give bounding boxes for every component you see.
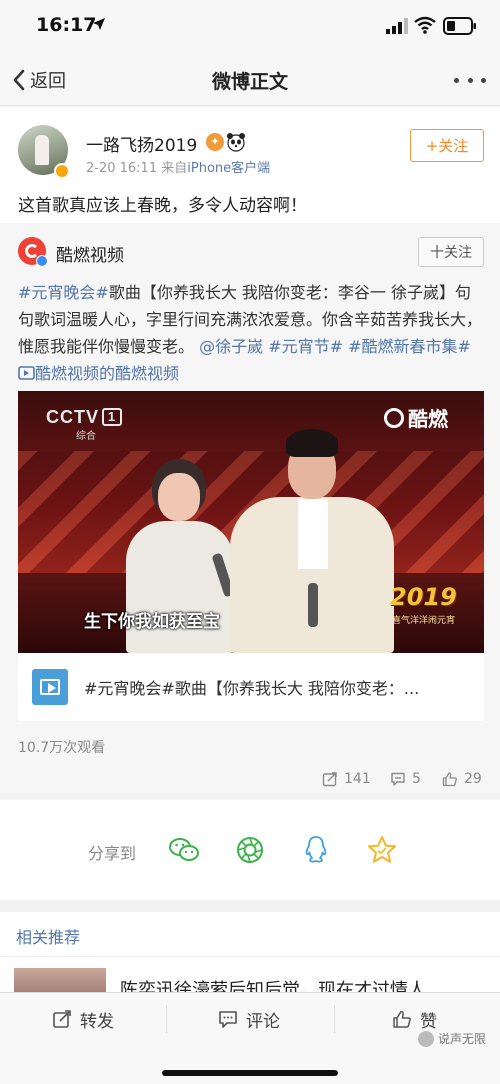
topic-link[interactable]: #元宵晚会#: [18, 283, 109, 302]
share-label: 分享到: [88, 844, 137, 863]
divider: [0, 956, 500, 957]
verified-badge-icon: [54, 163, 70, 179]
status-bar: 16:17: [0, 0, 500, 54]
panda-badge-icon: [227, 133, 245, 152]
event-logo: 2019: [390, 583, 457, 611]
video-card-link[interactable]: #元宵晚会#歌曲【你养我长大 我陪你变老：...: [18, 653, 484, 721]
view-count: 10.7万次观看: [18, 740, 106, 756]
repost-label: 转发: [80, 1011, 114, 1032]
qq-icon[interactable]: [300, 834, 332, 866]
more-dot-icon: [481, 77, 486, 83]
cctv-sublabel: 综合: [76, 431, 96, 442]
like-button[interactable]: 赞: [392, 1007, 437, 1032]
woman-face: [158, 473, 200, 521]
video-link[interactable]: 酷燃视频的酷燃视频: [18, 364, 179, 383]
microphone-icon: [308, 583, 318, 627]
comment-label: 评论: [246, 1011, 280, 1032]
man-hair: [286, 429, 338, 457]
share-bar: 分享到: [0, 800, 500, 900]
like-label: 赞: [420, 1011, 437, 1032]
moments-icon[interactable]: [234, 834, 266, 866]
repost-follow-button[interactable]: 十关注: [418, 237, 484, 267]
repost-author[interactable]: 酷燃视频: [56, 241, 124, 266]
video-link-label: 酷燃视频的酷燃视频: [35, 364, 180, 383]
video-subtitle: 生下你我如获至宝: [84, 612, 220, 632]
star-favorite-icon[interactable]: [366, 834, 398, 866]
cctv-number: 1: [102, 408, 122, 426]
post-username[interactable]: 一路飞扬2019: [86, 131, 197, 156]
kuran-watermark-label: 酷燃: [408, 407, 448, 431]
topic-link[interactable]: #元宵节#: [268, 337, 343, 356]
follow-button[interactable]: +关注: [410, 129, 484, 162]
comment-count: 5: [412, 771, 421, 787]
nav-bar: 返回 微博正文: [0, 54, 500, 106]
post-source-prefix: 来自: [161, 161, 188, 176]
status-time: 16:17: [36, 14, 97, 36]
wechat-icon[interactable]: [168, 834, 200, 866]
comment-icon: [219, 1011, 237, 1028]
related-title: 相关推荐: [16, 928, 81, 947]
flame-badge-icon: ✦: [206, 133, 224, 151]
repost-count: 141: [344, 771, 371, 787]
repost-icon: [322, 772, 337, 787]
more-dot-icon: [454, 77, 459, 83]
more-options-button[interactable]: [454, 66, 486, 94]
video-link-icon: [18, 366, 35, 380]
topic-link[interactable]: #酷燃新春市集#: [348, 337, 471, 356]
more-dot-icon: [467, 77, 473, 83]
kuran-watermark: 酷燃: [384, 403, 448, 432]
post-time: 2-20 16:11: [86, 161, 158, 176]
divider: [166, 1005, 167, 1033]
comment-count-button[interactable]: 5: [390, 771, 421, 787]
cctv-logo: CCTV 1: [46, 407, 122, 428]
thumbs-up-icon: [393, 1010, 411, 1028]
battery-icon: [443, 17, 476, 35]
repost-icon: [53, 1010, 71, 1028]
repost-count-button[interactable]: 141: [322, 771, 371, 787]
post-text: 这首歌真应该上春晚，多令人动容啊！: [18, 196, 307, 216]
wifi-icon: [414, 16, 436, 34]
comment-icon: [391, 772, 405, 786]
location-arrow-icon: [93, 18, 105, 30]
event-logo-sub: 喜气洋洋闹元宵: [392, 616, 456, 626]
avatar-figure: [35, 135, 49, 165]
main-post: 一路飞扬2019 ✦ 2-20 16:11 来自iPhone客户端 +关注 这首…: [0, 107, 500, 223]
blue-verified-icon: [36, 255, 48, 267]
reposted-card[interactable]: 酷燃视频 十关注 #元宵晚会#歌曲【你养我长大 我陪你变老：李谷一 徐子嵗】句句…: [0, 223, 500, 793]
singer-man: [224, 429, 394, 653]
like-count-button[interactable]: 29: [442, 771, 482, 787]
cctv-label: CCTV: [46, 407, 99, 427]
like-count: 29: [464, 771, 482, 787]
post-meta: 2-20 16:11 来自iPhone客户端: [86, 157, 270, 176]
home-indicator[interactable]: [162, 1070, 338, 1076]
kuran-watermark-icon: [384, 407, 404, 428]
repost-text: #元宵晚会#歌曲【你养我长大 我陪你变老：李谷一 徐子嵗】句句歌词温暖人心，字里…: [18, 279, 484, 387]
play-icon: [48, 683, 56, 693]
comment-button[interactable]: 评论: [218, 1007, 280, 1032]
watermark-label: 说声无限: [438, 1032, 487, 1046]
video-file-icon: [32, 669, 68, 705]
cellular-signal-icon: [386, 18, 408, 34]
man-shirt: [298, 499, 328, 569]
post-source[interactable]: iPhone客户端: [187, 161, 270, 176]
repost-button[interactable]: 转发: [52, 1007, 114, 1032]
divider: [334, 1005, 335, 1033]
page-title: 微博正文: [211, 71, 288, 93]
video-card-text: #元宵晚会#歌曲【你养我长大 我陪你变老：...: [84, 679, 420, 698]
mention-link[interactable]: @徐子嵗: [199, 337, 263, 356]
corner-watermark: 说声无限: [418, 1030, 486, 1047]
video-player[interactable]: CCTV 1 综合 酷燃 生下你我如获至宝 2019 喜气洋洋闹元宵: [18, 391, 484, 653]
thumbs-up-icon: [442, 772, 457, 787]
woman-body: [126, 521, 234, 653]
watermark-icon: [418, 1030, 434, 1047]
